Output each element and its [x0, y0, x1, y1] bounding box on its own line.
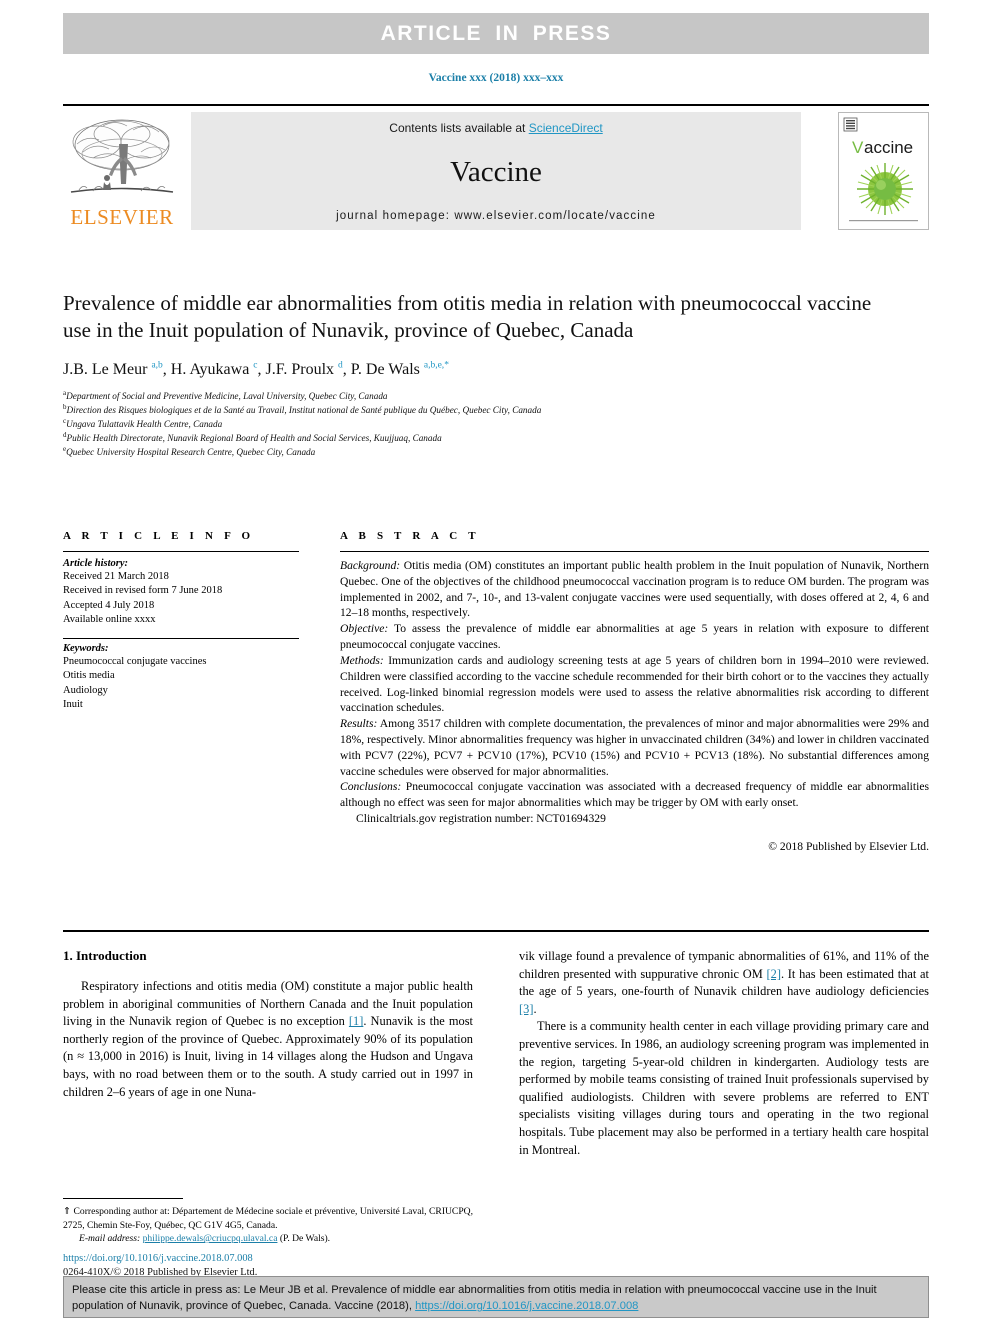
body-column-right: vik village found a prevalence of tympan…	[519, 948, 929, 1159]
article-history-label: Article history:	[63, 558, 129, 569]
abstract-section-text: Otitis media (OM) constitutes an importa…	[340, 559, 929, 620]
affiliation-item: cUngava Tulattavik Health Centre, Canada	[63, 417, 883, 431]
authors-text: J.B. Le Meur a,b, H. Ayukawa c, J.F. Pro…	[63, 360, 449, 378]
article-page: ARTICLE IN PRESS Vaccine xxx (2018) xxx–…	[0, 0, 992, 1323]
abstract-section: Background: Otitis media (OM) constitute…	[340, 558, 929, 621]
abstract-column: A B S T R A C T Background: Otitis media…	[340, 530, 929, 853]
contents-prefix: Contents lists available at	[389, 121, 529, 135]
abstract-section: Conclusions: Pneumococcal conjugate vacc…	[340, 779, 929, 811]
cite-this-article-box: Please cite this article in press as: Le…	[63, 1276, 929, 1318]
abstract-section: Results: Among 3517 children with comple…	[340, 716, 929, 779]
journal-cover-thumbnail: V accine	[838, 112, 929, 230]
footnote-rule	[63, 1198, 183, 1199]
affiliation-item: bDirection des Risques biologiques et de…	[63, 403, 883, 417]
author-list: J.B. Le Meur a,b, H. Ayukawa c, J.F. Pro…	[63, 361, 883, 379]
footnote-email: E-mail address: philippe.dewals@criucpq.…	[63, 1232, 473, 1246]
affiliation-text: Department of Social and Preventive Medi…	[66, 390, 388, 401]
article-history-item: Received in revised form 7 June 2018	[63, 585, 223, 597]
vaccine-cover-icon: V accine	[839, 113, 928, 229]
keywords-rule	[63, 638, 299, 640]
corresponding-author-footnote: ⇑ Corresponding author at: Département d…	[63, 1198, 473, 1246]
title-block: Prevalence of middle ear abnormalities f…	[63, 290, 883, 460]
journal-title: Vaccine	[450, 156, 542, 188]
article-history-item: Accepted 4 July 2018	[63, 599, 155, 611]
footnote-address-text: Corresponding author at: Département de …	[63, 1206, 473, 1231]
journal-band: Contents lists available at ScienceDirec…	[191, 112, 801, 230]
sciencedirect-link[interactable]: ScienceDirect	[529, 121, 603, 135]
abstract-section: Objective: To assess the prevalence of m…	[340, 621, 929, 653]
abstract-heading: A B S T R A C T	[340, 530, 480, 542]
reference-link-2[interactable]: [2]	[767, 967, 781, 981]
abstract-section: Methods: Immunization cards and audiolog…	[340, 653, 929, 716]
keyword-item: Inuit	[63, 698, 83, 710]
abstract-rule	[340, 551, 929, 552]
intro-paragraph: Respiratory infections and otitis media …	[63, 978, 473, 1101]
abstract-bottom-rule	[63, 930, 929, 932]
svg-text:V: V	[852, 138, 864, 157]
cite-text: Please cite this article in press as: Le…	[72, 1282, 920, 1314]
abstract-section-text: To assess the prevalence of middle ear a…	[340, 622, 929, 652]
keyword-item: Otitis media	[63, 670, 115, 682]
article-in-press-label: ARTICLE IN PRESS	[380, 21, 612, 45]
article-history-item: Available online xxxx	[63, 613, 156, 625]
footnote-address: ⇑ Corresponding author at: Département d…	[63, 1205, 473, 1232]
contents-list-line: Contents lists available at ScienceDirec…	[389, 121, 602, 135]
elsevier-tree-icon	[70, 119, 174, 193]
keywords-label: Keywords:	[63, 643, 109, 655]
article-info-column: A R T I C L E I N F O Article history: R…	[63, 530, 299, 712]
email-owner: (P. De Wals).	[277, 1233, 331, 1245]
affiliation-item: eQuebec University Hospital Research Cen…	[63, 445, 883, 459]
affiliation-text: Public Health Directorate, Nunavik Regio…	[66, 433, 442, 444]
keyword-item: Audiology	[63, 684, 108, 696]
abstract-section-label: Objective:	[340, 622, 389, 636]
abstract-section-text: Pneumococcal conjugate vaccination was a…	[340, 780, 929, 810]
copyright-line: © 2018 Published by Elsevier Ltd.	[768, 839, 929, 853]
elsevier-logo: ELSEVIER	[63, 112, 181, 230]
abstract-section-label: Results:	[340, 717, 378, 731]
abstract-section-text: Among 3517 children with complete docume…	[340, 717, 929, 778]
keyword-item: Pneumococcal conjugate vaccines	[63, 656, 207, 668]
intro-paragraph-continued: vik village found a prevalence of tympan…	[519, 948, 929, 1018]
svg-text:accine: accine	[864, 138, 913, 157]
corresponding-author-marker: ⇑	[63, 1206, 72, 1217]
page-title: Prevalence of middle ear abnormalities f…	[63, 291, 872, 343]
section-heading-introduction: 1. Introduction	[63, 948, 147, 963]
article-info-heading: A R T I C L E I N F O	[63, 530, 255, 542]
affiliation-item: dPublic Health Directorate, Nunavik Regi…	[63, 431, 883, 445]
running-head: Vaccine xxx (2018) xxx–xxx	[428, 72, 564, 84]
masthead-top-rule	[63, 104, 929, 106]
journal-masthead: ELSEVIER Contents lists available at Sci…	[63, 104, 929, 232]
intro-right-post: .	[533, 1001, 537, 1016]
doi-link[interactable]: https://doi.org/10.1016/j.vaccine.2018.0…	[63, 1252, 483, 1266]
intro-paragraph-2: There is a community health center in ea…	[519, 1019, 929, 1157]
cite-doi-link[interactable]: https://doi.org/10.1016/j.vaccine.2018.0…	[415, 1300, 638, 1312]
affiliation-list: aDepartment of Social and Preventive Med…	[63, 389, 883, 460]
affiliation-text: Ungava Tulattavik Health Centre, Canada	[66, 419, 223, 430]
journal-homepage-line[interactable]: journal homepage: www.elsevier.com/locat…	[336, 210, 656, 222]
affiliation-item: aDepartment of Social and Preventive Med…	[63, 389, 883, 403]
article-in-press-banner: ARTICLE IN PRESS	[63, 13, 929, 54]
email-link[interactable]: philippe.dewals@criucpq.ulaval.ca	[143, 1233, 278, 1244]
affiliation-text: Quebec University Hospital Research Cent…	[66, 447, 316, 458]
body-column-left: 1. Introduction Respiratory infections a…	[63, 948, 473, 1101]
elsevier-wordmark: ELSEVIER	[70, 205, 174, 229]
affiliation-text: Direction des Risques biologiques et de …	[66, 405, 542, 416]
abstract-section-text: Immunization cards and audiology screeni…	[340, 653, 929, 715]
reference-link-3[interactable]: [3]	[519, 1002, 533, 1016]
reference-link-1[interactable]: [1]	[349, 1014, 363, 1028]
trial-registration: Clinicaltrials.gov registration number: …	[356, 812, 606, 825]
article-info-rule	[63, 551, 299, 552]
abstract-section-label: Background:	[340, 559, 401, 572]
abstract-section-label: Methods:	[340, 653, 384, 667]
article-history-item: Received 21 March 2018	[63, 571, 169, 582]
abstract-section-label: Conclusions:	[340, 780, 402, 794]
email-address-label: E-mail address:	[79, 1233, 141, 1245]
